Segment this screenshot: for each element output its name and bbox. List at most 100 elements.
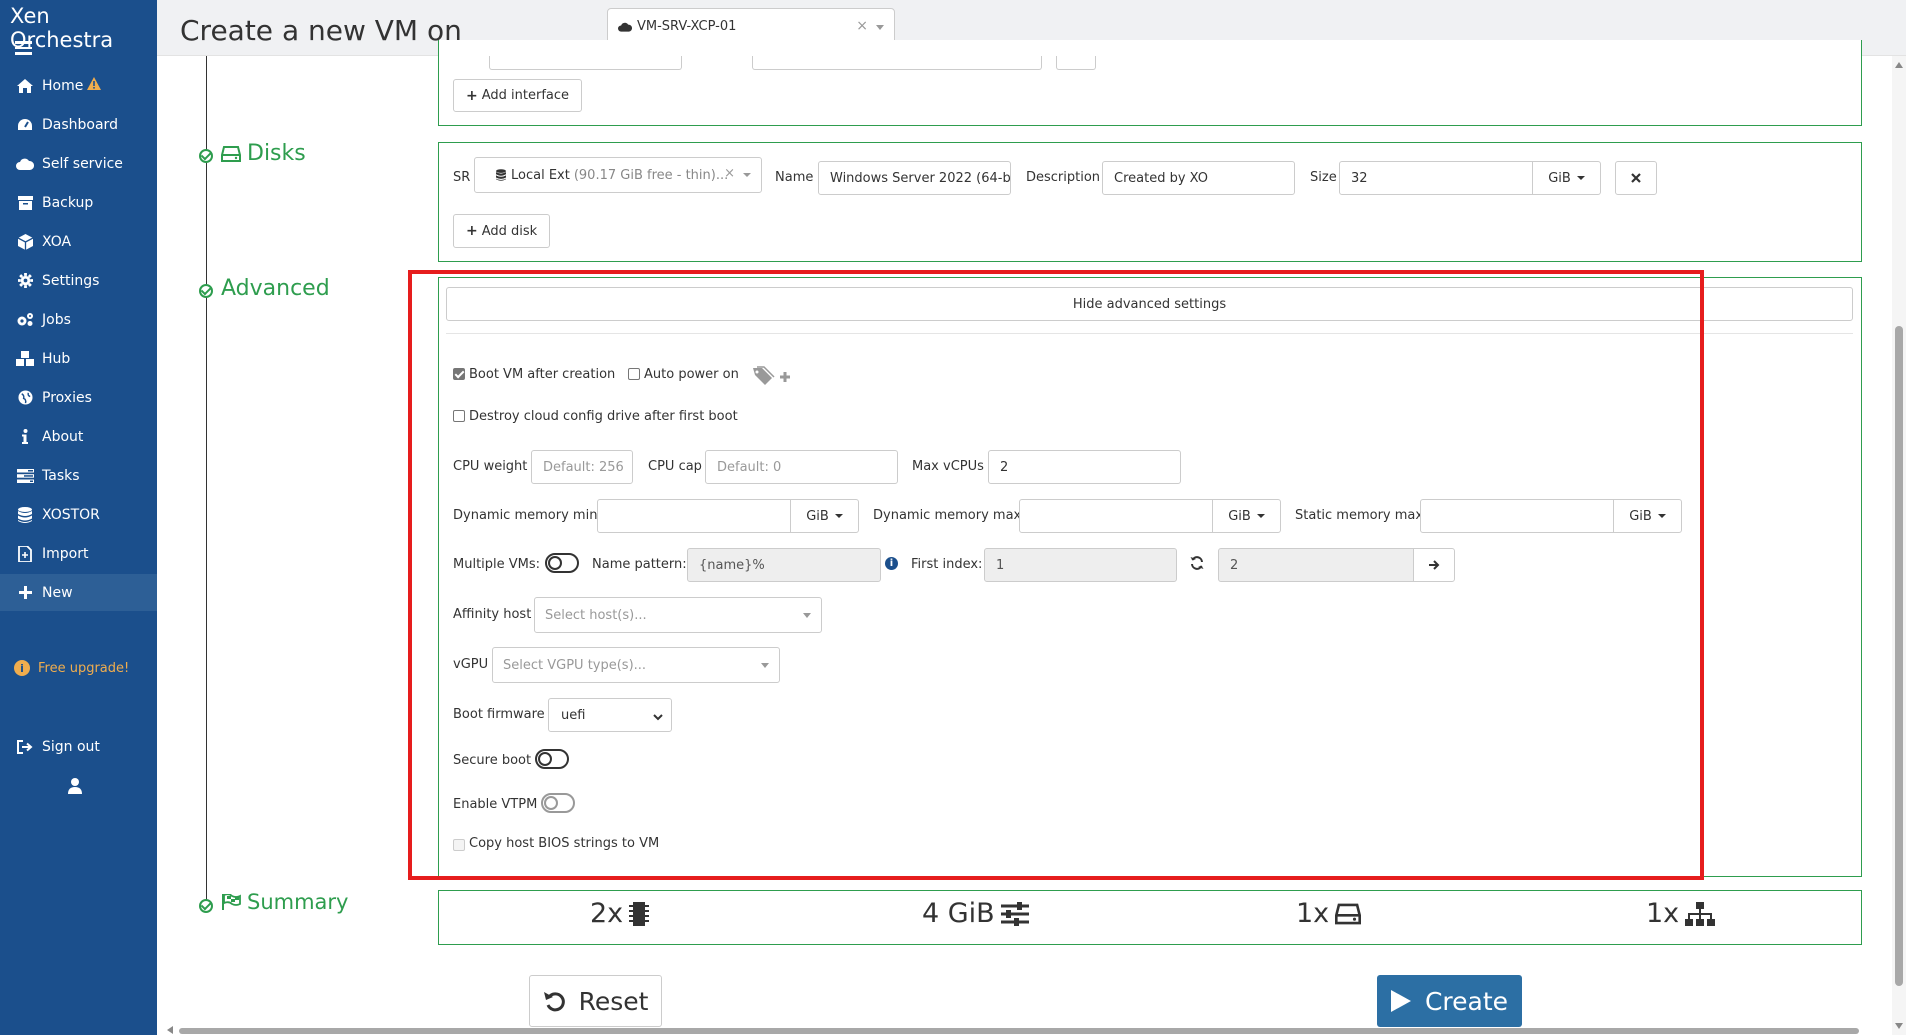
sidebar-item-tasks[interactable]: Tasks: [0, 457, 157, 494]
app-title: Xen Orchestra: [10, 4, 114, 52]
affinity-host-select[interactable]: Select host(s)...: [534, 597, 822, 633]
close-icon: [1631, 173, 1641, 183]
undo-icon: [543, 992, 565, 1012]
max-vcpus-input[interactable]: 2: [988, 450, 1181, 484]
name-pattern-input[interactable]: {name}%: [687, 548, 881, 582]
dynamic-memory-min-unit-select[interactable]: GiB: [790, 499, 859, 533]
sidebar-item-new[interactable]: New: [0, 574, 157, 611]
add-tag-button[interactable]: [752, 366, 796, 390]
menu-toggle-icon[interactable]: [15, 41, 32, 55]
first-index-input[interactable]: 1: [984, 548, 1177, 582]
cpu-weight-input[interactable]: Default: 256: [531, 450, 633, 484]
sign-out-link[interactable]: Sign out: [14, 739, 100, 755]
destroy-cloud-config-checkbox[interactable]: [453, 410, 465, 422]
add-interface-button[interactable]: + Add interface: [453, 79, 583, 112]
sidebar-item-backup[interactable]: Backup: [0, 184, 157, 221]
static-memory-max-unit-select[interactable]: GiB: [1613, 499, 1682, 533]
interface-field-fragment: [1056, 56, 1096, 70]
disk-size-input[interactable]: 32: [1339, 161, 1533, 195]
create-button[interactable]: Create: [1377, 975, 1522, 1027]
vgpu-select[interactable]: Select VGPU type(s)...: [492, 647, 780, 683]
vgpu-label: vGPU: [453, 657, 489, 672]
scroll-left-icon[interactable]: [167, 1026, 173, 1034]
auto-power-on-checkbox[interactable]: [628, 368, 640, 380]
secure-boot-toggle[interactable]: [535, 749, 569, 769]
sidebar-item-jobs[interactable]: Jobs: [0, 301, 157, 338]
boot-firmware-select[interactable]: uefi: [548, 698, 672, 732]
gear-icon: [14, 273, 36, 288]
database-icon: [496, 169, 506, 181]
plus-icon: +: [466, 87, 478, 104]
disk-size-unit-select[interactable]: GiB: [1532, 161, 1601, 195]
vm-count-input[interactable]: 2: [1218, 548, 1414, 582]
disk-description-input[interactable]: Created by XO: [1102, 161, 1295, 195]
plus-icon: [14, 586, 36, 599]
dynamic-memory-max-input[interactable]: [1019, 499, 1213, 533]
cloud-icon: [618, 22, 632, 32]
sidebar-item-home[interactable]: Home: [0, 67, 157, 104]
reset-button[interactable]: Reset: [529, 975, 662, 1027]
boot-firmware-label: Boot firmware: [453, 707, 545, 722]
enable-vtpm-toggle[interactable]: [541, 793, 575, 813]
name-pattern-label: Name pattern:: [592, 557, 687, 572]
flag-checkered-icon: [222, 894, 241, 910]
disk-description-label: Description: [1026, 170, 1101, 185]
scroll-down-icon[interactable]: [1895, 1023, 1903, 1029]
scrollbar-thumb[interactable]: [179, 1028, 1859, 1034]
microchip-icon: [629, 901, 650, 926]
caret-down-icon: [1657, 514, 1666, 518]
auto-power-on-label: Auto power on: [644, 367, 739, 382]
destroy-cloud-config-label: Destroy cloud config drive after first b…: [469, 409, 738, 424]
enable-vtpm-label: Enable VTPM: [453, 797, 538, 812]
dynamic-memory-min-input[interactable]: [597, 499, 791, 533]
sidebar-item-proxies[interactable]: Proxies: [0, 379, 157, 416]
remove-disk-button[interactable]: [1615, 161, 1657, 195]
dynamic-memory-max-unit-select[interactable]: GiB: [1212, 499, 1281, 533]
user-icon[interactable]: [68, 778, 84, 796]
sr-label: SR: [453, 170, 471, 185]
vertical-scrollbar[interactable]: [1892, 56, 1906, 1035]
caret-down-icon: [1576, 176, 1585, 180]
interfaces-panel: [438, 40, 1862, 126]
warning-icon: [87, 77, 102, 94]
tags-icon: [753, 366, 790, 385]
summary-cpus: 2x: [590, 898, 650, 929]
chevron-down-icon: [803, 613, 811, 618]
globe-icon: [14, 390, 36, 405]
sidebar-item-dashboard[interactable]: Dashboard: [0, 106, 157, 143]
info-circle-icon[interactable]: i: [885, 557, 898, 570]
cloud-icon: [14, 158, 36, 170]
clear-icon[interactable]: ×: [724, 166, 735, 181]
apply-vm-count-button[interactable]: [1413, 548, 1455, 582]
sidebar-item-import[interactable]: Import: [0, 535, 157, 572]
sidebar-item-settings[interactable]: Settings: [0, 262, 157, 299]
scroll-up-icon[interactable]: [1895, 62, 1903, 68]
static-memory-max-input[interactable]: [1420, 499, 1614, 533]
sr-select[interactable]: Local Ext (90.17 GiB free - thin)... ×: [474, 157, 762, 193]
clear-icon[interactable]: ×: [856, 18, 868, 34]
free-upgrade-link[interactable]: i Free upgrade!: [14, 660, 129, 676]
chevron-down-icon: [743, 173, 751, 177]
disk-size-label: Size: [1310, 170, 1337, 185]
sidebar-item-self-service[interactable]: Self service: [0, 145, 157, 182]
divider: [446, 333, 1853, 334]
info-circle-icon: i: [14, 660, 30, 676]
sidebar-item-hub[interactable]: Hub: [0, 340, 157, 377]
chevron-down-icon: [653, 710, 663, 725]
multiple-vms-toggle[interactable]: [545, 553, 579, 573]
sidebar-item-xostor[interactable]: XOSTOR: [0, 496, 157, 533]
horizontal-scrollbar[interactable]: [167, 1026, 1867, 1035]
hide-advanced-settings-button[interactable]: Hide advanced settings: [446, 287, 1853, 321]
refresh-icon[interactable]: [1190, 556, 1204, 574]
copy-bios-strings-checkbox[interactable]: [453, 839, 465, 851]
add-disk-button[interactable]: + Add disk: [453, 214, 551, 248]
boot-after-creation-checkbox[interactable]: [453, 368, 465, 380]
scrollbar-thumb[interactable]: [1895, 326, 1903, 986]
disk-name-input[interactable]: Windows Server 2022 (64-b: [818, 161, 1011, 195]
sitemap-icon: [1685, 901, 1716, 926]
plus-icon: +: [466, 223, 478, 239]
sidebar-item-about[interactable]: About: [0, 418, 157, 455]
info-icon: [14, 429, 36, 444]
sidebar-item-xoa[interactable]: XOA: [0, 223, 157, 260]
cpu-cap-input[interactable]: Default: 0: [705, 450, 898, 484]
